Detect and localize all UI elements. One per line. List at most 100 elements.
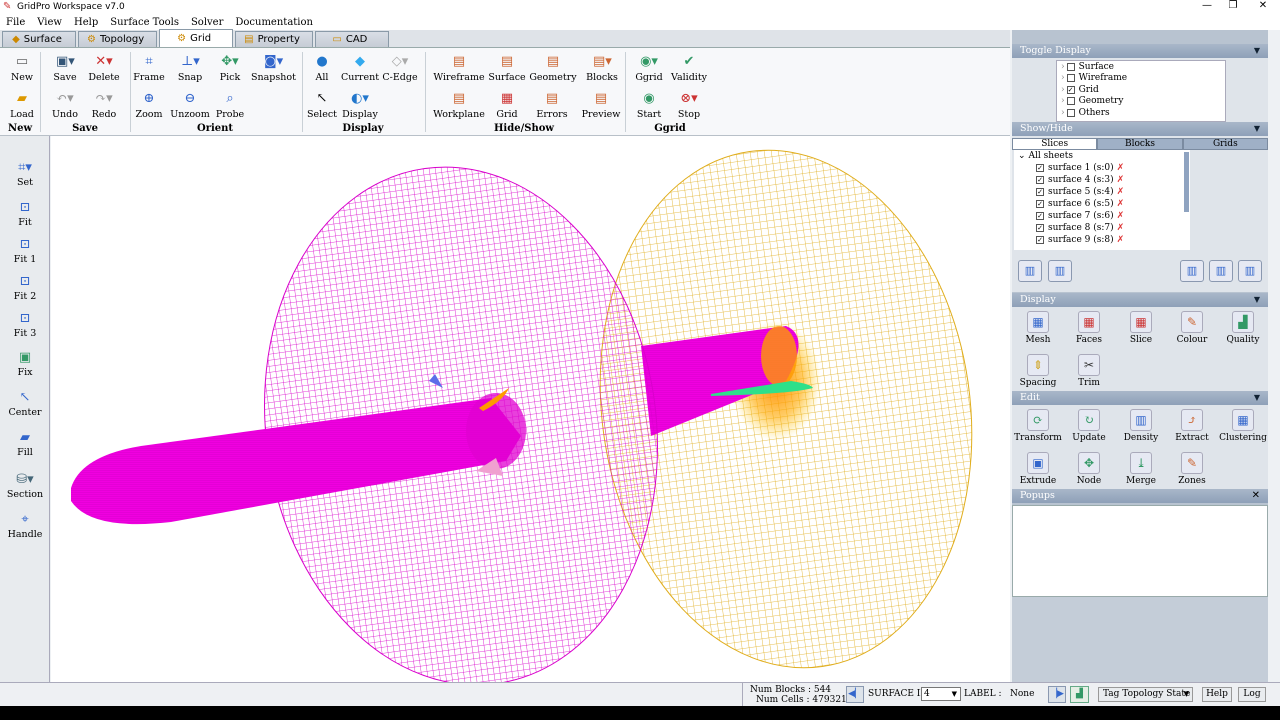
colour-button[interactable]: ✎ Colour	[1167, 311, 1217, 345]
checkbox[interactable]	[1066, 108, 1075, 117]
remove-icon[interactable]: ✗	[1117, 211, 1125, 221]
zoom-button[interactable]: ⊕ Zoom	[127, 91, 171, 120]
view-button-1[interactable]: ▥	[1180, 260, 1204, 282]
remove-icon[interactable]: ✗	[1117, 175, 1125, 185]
frame-button[interactable]: ⌗ Frame	[127, 54, 171, 83]
view-button-3[interactable]: ▥	[1238, 260, 1262, 282]
delete-button[interactable]: ✕▾ Delete	[82, 54, 126, 83]
update-button[interactable]: ↻ Update	[1064, 409, 1114, 443]
list-item[interactable]: ✓ surface 6 (s:5) ✗	[1014, 198, 1190, 210]
stop-button[interactable]: ⊗▾ Stop	[667, 91, 711, 120]
3d-viewport[interactable]	[51, 136, 1010, 682]
workplane-button[interactable]: ▤ Workplane	[432, 91, 486, 120]
checkbox-checked[interactable]: ✓	[1066, 85, 1075, 94]
validity-button[interactable]: ✔ Validity	[667, 54, 711, 83]
menu-file[interactable]: File	[0, 17, 31, 28]
close-icon[interactable]: ✕	[1252, 489, 1260, 503]
checkbox-checked[interactable]: ✓	[1036, 224, 1044, 232]
maximize-button[interactable]: ❐	[1218, 0, 1248, 11]
handle-tool[interactable]: ⌖ Handle	[0, 512, 50, 540]
show-hide-header[interactable]: Show/Hide ▼	[1012, 122, 1268, 136]
checkbox-checked[interactable]: ✓	[1036, 164, 1044, 172]
snapshot-button[interactable]: ◙▾ Snapshot	[251, 54, 296, 83]
list-item[interactable]: ✓ surface 1 (s:0) ✗	[1014, 162, 1190, 174]
menu-surface-tools[interactable]: Surface Tools	[104, 17, 185, 28]
checkbox-checked[interactable]: ✓	[1036, 236, 1044, 244]
tag-state-select[interactable]: Tag Topology State ▼	[1098, 687, 1193, 702]
surface-id-select[interactable]: 4 ▼	[921, 687, 961, 701]
toggle-grid[interactable]: › ✓ Grid	[1057, 84, 1225, 96]
density-button[interactable]: ▥ Density	[1116, 409, 1166, 443]
toggle-others[interactable]: › Others	[1057, 107, 1225, 119]
pick-button[interactable]: ✥▾ Pick	[208, 54, 252, 83]
quality-button[interactable]: ▟ Quality	[1218, 311, 1268, 345]
display-button[interactable]: ◐▾ Display	[338, 91, 382, 120]
checkbox[interactable]	[1066, 62, 1075, 71]
fix-tool[interactable]: ▣ Fix	[0, 350, 50, 378]
help-button[interactable]: Help	[1202, 687, 1232, 702]
mesh-button[interactable]: ▦ Mesh	[1013, 311, 1063, 345]
unzoom-button[interactable]: ⊖ Unzoom	[168, 91, 212, 120]
extrude-button[interactable]: ▣ Extrude	[1013, 452, 1063, 486]
grid-toggle-button[interactable]: ▦ Grid	[485, 91, 529, 120]
zones-button[interactable]: ✎ Zones	[1167, 452, 1217, 486]
extract-button[interactable]: ⤴ Extract	[1167, 409, 1217, 443]
menu-solver[interactable]: Solver	[185, 17, 229, 28]
log-button[interactable]: Log	[1238, 687, 1266, 702]
fill-tool[interactable]: ▰ Fill	[0, 430, 50, 458]
show-selected-button[interactable]: ▥	[1018, 260, 1042, 282]
geometry-button[interactable]: ▤ Geometry	[528, 54, 578, 83]
remove-icon[interactable]: ✗	[1117, 199, 1125, 209]
new-button[interactable]: ▭ New	[0, 54, 44, 83]
close-window-button[interactable]: ✕	[1248, 0, 1278, 11]
checkbox-checked[interactable]: ✓	[1036, 176, 1044, 184]
scrollbar[interactable]	[1184, 152, 1189, 212]
node-button[interactable]: ✥ Node	[1064, 452, 1114, 486]
view-button-2[interactable]: ▥	[1209, 260, 1233, 282]
probe-button[interactable]: ⌕ Probe	[208, 91, 252, 120]
errors-button[interactable]: ▤ Errors	[530, 91, 574, 120]
list-item[interactable]: ✓ surface 5 (s:4) ✗	[1014, 186, 1190, 198]
blocks-button[interactable]: ▤▾ Blocks	[580, 54, 624, 83]
tab-grid[interactable]: ⚙ Grid	[159, 29, 234, 47]
remove-icon[interactable]: ✗	[1117, 163, 1125, 173]
section-tool[interactable]: ⛁▾ Section	[0, 472, 50, 500]
prev-surface-button[interactable]: ◀▏	[846, 686, 864, 703]
fit3-tool[interactable]: ⊡ Fit 3	[0, 311, 50, 339]
tab-property[interactable]: ▤ Property	[235, 31, 313, 47]
tab-slices[interactable]: Slices	[1012, 138, 1098, 150]
trim-button[interactable]: ✂ Trim	[1064, 354, 1114, 388]
fit2-tool[interactable]: ⊡ Fit 2	[0, 274, 50, 302]
checkbox[interactable]	[1066, 97, 1075, 106]
load-button[interactable]: ▰ Load	[0, 91, 44, 120]
clustering-button[interactable]: ▦ Clustering	[1218, 409, 1268, 443]
checkbox-checked[interactable]: ✓	[1036, 200, 1044, 208]
tab-cad[interactable]: ▭ CAD	[314, 31, 389, 47]
snap-button[interactable]: ⊥▾ Snap	[168, 54, 212, 83]
tab-surface[interactable]: ◆ Surface	[2, 31, 76, 47]
save-button[interactable]: ▣▾ Save	[43, 54, 87, 83]
checkbox[interactable]	[1066, 74, 1075, 83]
spacing-button[interactable]: ⇕ Spacing	[1013, 354, 1063, 388]
menu-help[interactable]: Help	[68, 17, 104, 28]
fit1-tool[interactable]: ⊡ Fit 1	[0, 237, 50, 265]
tab-grids[interactable]: Grids	[1182, 138, 1268, 150]
tab-topology[interactable]: ⚙ Topology	[78, 31, 158, 47]
next-surface-button[interactable]: ▕▶	[1048, 686, 1066, 703]
tree-root[interactable]: ⌄ All sheets	[1014, 150, 1190, 162]
toggle-display-header[interactable]: Toggle Display ▼	[1012, 44, 1268, 58]
faces-button[interactable]: ▦ Faces	[1064, 311, 1114, 345]
merge-button[interactable]: ⤓ Merge	[1116, 452, 1166, 486]
set-tool[interactable]: ⌗▾ Set	[0, 160, 50, 188]
tag-button[interactable]: ▟	[1070, 686, 1089, 703]
center-tool[interactable]: ↖ Center	[0, 390, 50, 418]
menu-view[interactable]: View	[31, 17, 68, 28]
list-item[interactable]: ✓ surface 4 (s:3) ✗	[1014, 174, 1190, 186]
tab-blocks[interactable]: Blocks	[1097, 138, 1183, 150]
display-current-button[interactable]: ◆ Current	[338, 54, 382, 83]
preview-button[interactable]: ▤ Preview	[579, 91, 623, 120]
toggle-geometry[interactable]: › Geometry	[1057, 96, 1225, 108]
slice-button[interactable]: ▦ Slice	[1116, 311, 1166, 345]
hide-selected-button[interactable]: ▥	[1048, 260, 1072, 282]
menu-documentation[interactable]: Documentation	[229, 17, 319, 28]
